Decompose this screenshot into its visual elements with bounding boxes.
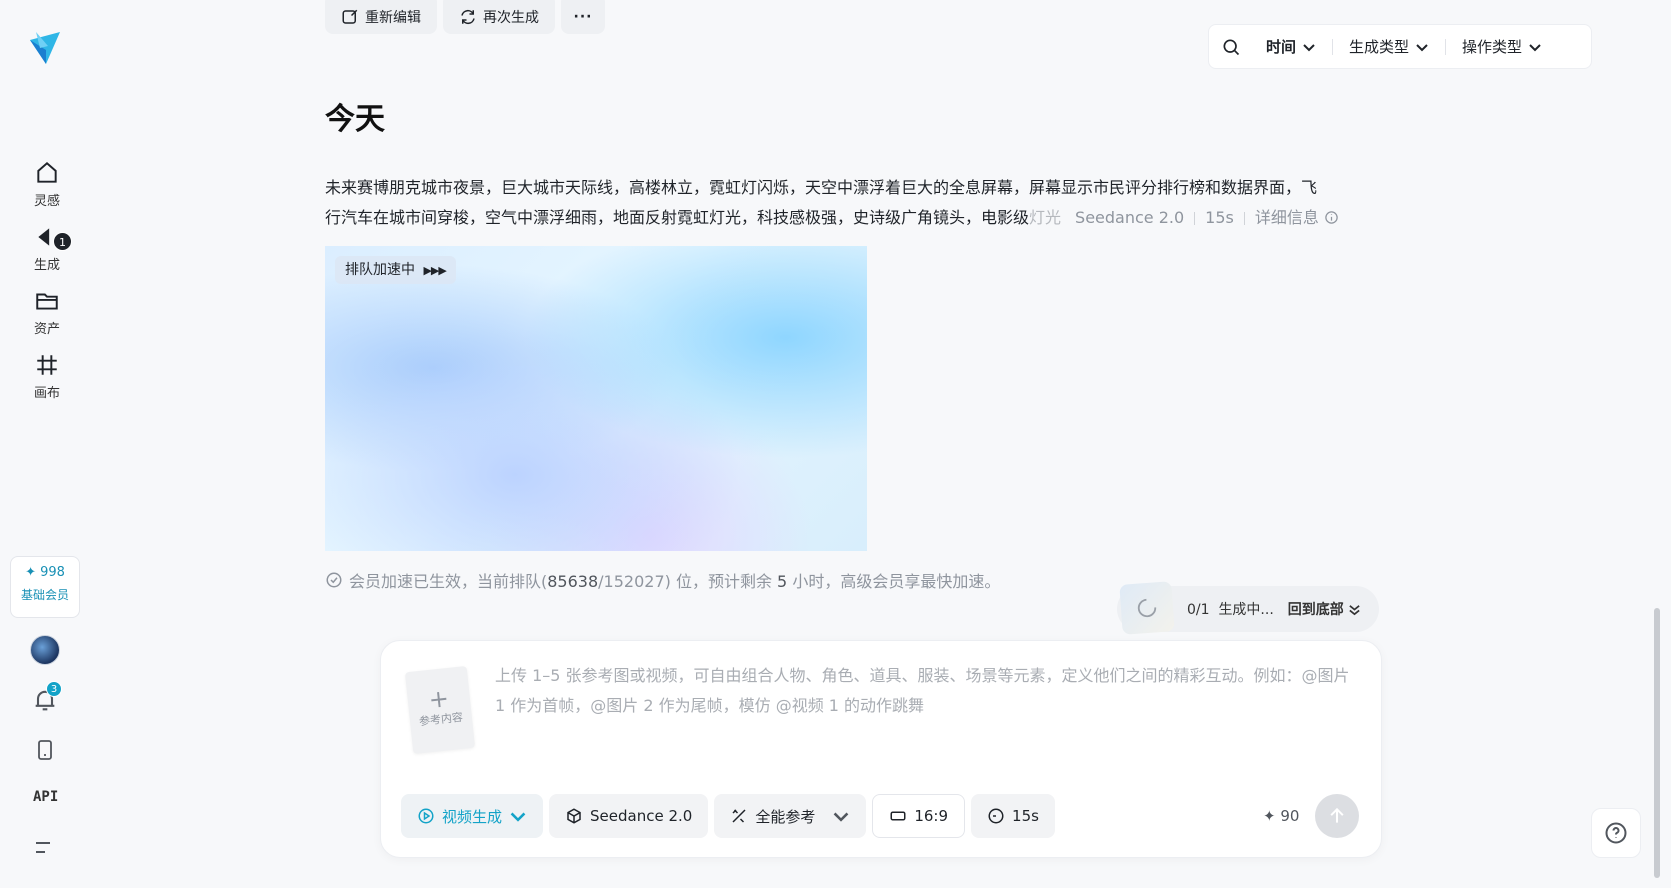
reedit-button[interactable]: 重新编辑 (325, 0, 437, 34)
aspect-ratio-icon (890, 811, 906, 821)
task-meta: Seedance 2.0 15s 详细信息 (1075, 203, 1339, 233)
queue-total: /152027 (598, 572, 665, 591)
user-avatar[interactable] (30, 635, 60, 665)
play-arrows-icon: ▶▶▶ (423, 264, 446, 277)
sidebar-item-assets[interactable]: 资产 (20, 288, 74, 337)
send-button[interactable] (1315, 794, 1359, 838)
remaining-hours: 5 (777, 572, 788, 591)
sidebar-item-label: 生成 (33, 258, 60, 273)
chevron-down-icon (834, 812, 849, 822)
menu-toggle-icon[interactable] (34, 838, 56, 858)
loading-spinner-icon (1137, 598, 1157, 618)
queue-status-message: 会员加速已生效，当前排队(85638/152027) 位，预计剩余 5 小时，高… (325, 568, 1000, 592)
magic-tools-icon (732, 809, 746, 823)
arrow-up-icon (1330, 807, 1344, 823)
video-play-icon (418, 808, 434, 824)
divider (1445, 38, 1447, 55)
model-name: Seedance 2.0 (1075, 208, 1185, 227)
sidebar: 灵感 1 生成 资产 画布 ✦ 998 基础会员 3 API (0, 0, 90, 888)
edit-icon (342, 9, 358, 24)
notification-badge: 3 (46, 681, 62, 697)
canvas-grid-icon (37, 355, 57, 375)
sidebar-item-label: 画布 (33, 386, 60, 401)
reference-mode-selector[interactable]: 全能参考 (714, 794, 867, 838)
prompt-composer: + 参考内容 视频生成 Seedance 2.0 全能参考 16:9 15s ✦… (380, 640, 1382, 858)
chevron-down-icon (1529, 43, 1541, 51)
mode-selector[interactable]: 视频生成 (401, 794, 544, 838)
app-logo[interactable] (28, 30, 62, 66)
duration-selector[interactable]: 15s (971, 794, 1055, 838)
aspect-ratio-selector[interactable]: 16:9 (872, 794, 966, 838)
plus-icon: + (427, 684, 451, 715)
add-reference-button[interactable]: + 参考内容 (404, 665, 476, 755)
question-icon (1605, 822, 1627, 844)
progress-count: 0/1 生成中... (1187, 602, 1274, 618)
scrollbar[interactable] (1654, 608, 1660, 878)
search-icon[interactable] (1221, 37, 1241, 57)
history-filter-bar: 时间 生成类型 操作类型 (1208, 24, 1592, 69)
prompt-line: 行汽车在城市间穿梭，空气中漂浮细雨，地面反射霓虹灯光，科技感极强，史诗级广角镜头… (325, 203, 1420, 233)
prompt-line: 未来赛博朋克城市夜景，巨大城市天际线，高楼林立，霓虹灯闪烁，天空中漂浮着巨大的全… (325, 178, 1318, 197)
details-link[interactable]: 详细信息 (1255, 203, 1339, 233)
generation-cost: ✦ 90 (1263, 807, 1300, 825)
double-chevron-down-icon (1349, 604, 1360, 615)
prompt-input[interactable] (495, 661, 1355, 741)
membership-level: 基础会员 (20, 588, 69, 602)
credits-balance: ✦ 998 (25, 565, 65, 580)
prompt-truncated-fade: 灯光 (1029, 208, 1062, 227)
divider (1194, 211, 1196, 225)
date-section-title: 今天 (325, 102, 385, 137)
home-icon (37, 161, 57, 183)
sidebar-item-generate[interactable]: 1 生成 (20, 224, 74, 273)
video-placeholder[interactable]: 排队加速中 ▶▶▶ (325, 246, 867, 551)
divider (1253, 39, 1254, 55)
regenerate-button[interactable]: 再次生成 (443, 0, 555, 34)
generation-type-dropdown[interactable]: 生成类型 (1349, 36, 1429, 57)
folder-icon (36, 293, 58, 310)
chevron-down-icon (510, 812, 526, 822)
credits-membership-card[interactable]: ✦ 998 基础会员 (10, 556, 80, 618)
generation-settings: 视频生成 Seedance 2.0 全能参考 16:9 15s (401, 794, 1055, 838)
generation-thumbnail (1119, 581, 1175, 635)
help-button[interactable] (1591, 808, 1641, 858)
more-options-button[interactable]: ··· (561, 0, 605, 34)
sidebar-item-inspiration[interactable]: 灵感 (20, 160, 74, 209)
refresh-icon (461, 9, 475, 25)
operation-type-dropdown[interactable]: 操作类型 (1462, 36, 1542, 57)
sidebar-item-canvas[interactable]: 画布 (20, 352, 74, 401)
mobile-app-icon[interactable] (33, 738, 57, 762)
model-selector[interactable]: Seedance 2.0 (549, 794, 709, 838)
back-to-bottom-button[interactable]: 回到底部 (1288, 599, 1361, 619)
sidebar-item-label: 灵感 (33, 194, 60, 209)
task-prompt[interactable]: 未来赛博朋克城市夜景，巨大城市天际线，高楼林立，霓虹灯闪烁，天空中漂浮着巨大的全… (325, 173, 1420, 233)
divider (1332, 38, 1334, 55)
task-action-bar: 重新编辑 再次生成 ··· (325, 0, 605, 34)
queue-status-tag: 排队加速中 ▶▶▶ (335, 256, 456, 284)
clock-icon (988, 808, 1004, 824)
divider (1243, 211, 1245, 225)
api-link[interactable]: API (33, 789, 58, 805)
time-filter-dropdown[interactable]: 时间 (1266, 36, 1316, 57)
info-icon (1325, 211, 1338, 224)
sidebar-item-label: 资产 (33, 322, 60, 337)
generation-progress-chip[interactable]: 0/1 生成中... 回到底部 (1117, 581, 1379, 635)
chevron-down-icon (1416, 43, 1428, 51)
chevron-down-icon (1303, 43, 1315, 51)
generate-count-badge: 1 (53, 232, 72, 251)
check-circle-icon (326, 572, 342, 588)
video-duration: 15s (1205, 208, 1234, 227)
cube-icon (567, 808, 581, 824)
queue-position: 85638 (547, 572, 599, 591)
